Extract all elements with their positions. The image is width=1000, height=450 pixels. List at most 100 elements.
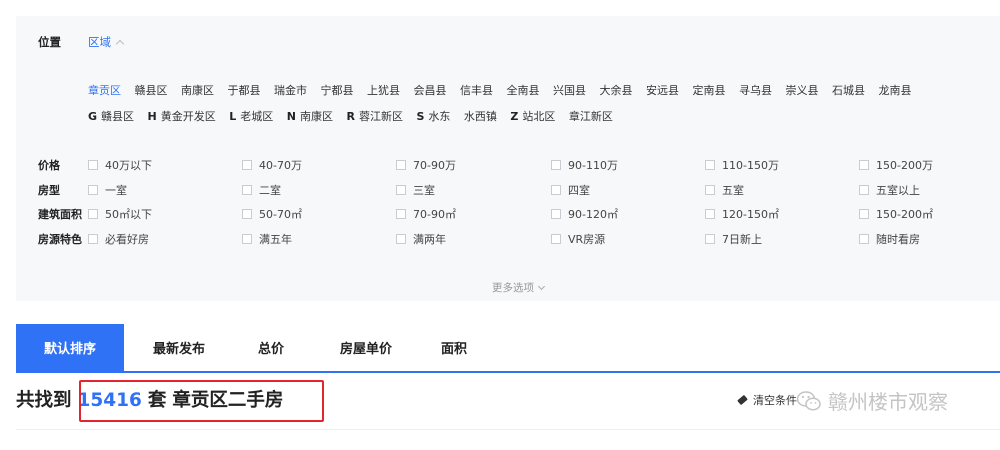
filter-option[interactable]: 70-90㎡ bbox=[396, 206, 456, 222]
subarea-item[interactable]: S 水东 bbox=[416, 108, 450, 124]
subarea-letter: H bbox=[147, 110, 157, 123]
filter-option[interactable]: 必看好房 bbox=[88, 231, 149, 247]
subarea-item[interactable]: Z 站北区 bbox=[510, 108, 555, 124]
checkbox[interactable] bbox=[859, 209, 869, 219]
subarea-item[interactable]: H 黄金开发区 bbox=[148, 108, 216, 124]
checkbox[interactable] bbox=[242, 184, 252, 195]
checkbox[interactable] bbox=[88, 160, 98, 170]
district-item[interactable]: 寻乌县 bbox=[739, 82, 772, 98]
checkbox[interactable] bbox=[705, 160, 715, 170]
filter-row-price: 价格 40万以下 40-70万 70-90万 90-110万 110-150万 … bbox=[38, 157, 998, 182]
subarea-item[interactable]: 水西镇 bbox=[464, 108, 497, 124]
district-item[interactable]: 瑞金市 bbox=[274, 82, 307, 98]
more-options-label: 更多选项 bbox=[492, 282, 534, 294]
checkbox[interactable] bbox=[859, 160, 869, 170]
checkbox[interactable] bbox=[396, 209, 406, 219]
subarea-name: 水东 bbox=[428, 110, 451, 123]
checkbox[interactable] bbox=[551, 160, 561, 170]
district-item[interactable]: 安远县 bbox=[646, 82, 679, 98]
filter-grid: 价格 40万以下 40-70万 70-90万 90-110万 110-150万 … bbox=[38, 157, 998, 294]
filter-option-label: 二室 bbox=[259, 183, 281, 197]
filter-option[interactable]: 一室 bbox=[88, 182, 127, 198]
checkbox[interactable] bbox=[859, 184, 869, 195]
checkbox[interactable] bbox=[396, 184, 406, 195]
checkbox[interactable] bbox=[396, 233, 406, 244]
filter-option[interactable]: 二室 bbox=[242, 182, 281, 198]
filter-option-label: 必看好房 bbox=[105, 232, 149, 246]
district-item[interactable]: 宁都县 bbox=[321, 82, 354, 98]
filter-option[interactable]: 五室以上 bbox=[859, 182, 920, 198]
district-item[interactable]: 龙南县 bbox=[879, 82, 912, 98]
subarea-item[interactable]: R 蓉江新区 bbox=[346, 108, 402, 124]
sort-tab-newest[interactable]: 最新发布 bbox=[124, 324, 234, 371]
checkbox[interactable] bbox=[396, 160, 406, 170]
subarea-name: 黄金开发区 bbox=[160, 110, 216, 123]
filter-option[interactable]: 150-200㎡ bbox=[859, 206, 933, 222]
subarea-name: 站北区 bbox=[522, 110, 556, 123]
checkbox[interactable] bbox=[705, 209, 715, 219]
filter-option[interactable]: 随时看房 bbox=[859, 231, 920, 247]
filter-option-label: 四室 bbox=[568, 183, 590, 197]
sort-tab-default[interactable]: 默认排序 bbox=[16, 324, 124, 371]
checkbox[interactable] bbox=[551, 233, 561, 244]
filter-option[interactable]: VR房源 bbox=[551, 231, 605, 247]
subarea-item[interactable]: N 南康区 bbox=[287, 108, 333, 124]
checkbox[interactable] bbox=[859, 233, 869, 244]
subarea-item[interactable]: 章江新区 bbox=[569, 108, 613, 124]
clear-filters-button[interactable]: 清空条件 bbox=[737, 392, 797, 408]
chevron-down-icon bbox=[537, 282, 546, 290]
district-item[interactable]: 信丰县 bbox=[460, 82, 493, 98]
district-list: 章贡区 赣县区 南康区 于都县 瑞金市 宁都县 上犹县 会昌县 信丰县 全南县 … bbox=[88, 82, 925, 98]
filter-option[interactable]: 90-110万 bbox=[551, 157, 618, 173]
filter-option-label: 40万以下 bbox=[105, 159, 152, 172]
filter-option[interactable]: 50㎡以下 bbox=[88, 206, 152, 222]
filter-label: 建筑面积 bbox=[38, 208, 82, 221]
checkbox[interactable] bbox=[242, 209, 252, 219]
checkbox[interactable] bbox=[705, 184, 715, 195]
checkbox[interactable] bbox=[88, 209, 98, 219]
filter-row-layout: 房型 一室 二室 三室 四室 五室 五室以上 bbox=[38, 182, 998, 207]
checkbox[interactable] bbox=[551, 184, 561, 195]
district-item[interactable]: 上犹县 bbox=[367, 82, 400, 98]
checkbox[interactable] bbox=[242, 233, 252, 244]
filter-option[interactable]: 110-150万 bbox=[705, 157, 779, 173]
district-item[interactable]: 会昌县 bbox=[414, 82, 447, 98]
district-item[interactable]: 赣县区 bbox=[135, 82, 168, 98]
filter-option[interactable]: 150-200万 bbox=[859, 157, 933, 173]
subarea-item[interactable]: G 赣县区 bbox=[88, 108, 134, 124]
filter-option[interactable]: 四室 bbox=[551, 182, 590, 198]
filter-option[interactable]: 50-70㎡ bbox=[242, 206, 302, 222]
sort-tab-unit-price[interactable]: 房屋单价 bbox=[308, 324, 424, 371]
checkbox[interactable] bbox=[242, 160, 252, 170]
checkbox[interactable] bbox=[705, 233, 715, 244]
subarea-letter: R bbox=[346, 110, 355, 123]
filter-option[interactable]: 7日新上 bbox=[705, 231, 762, 247]
district-item[interactable]: 南康区 bbox=[181, 82, 214, 98]
filter-option[interactable]: 90-120㎡ bbox=[551, 206, 618, 222]
filter-option[interactable]: 五室 bbox=[705, 182, 744, 198]
checkbox[interactable] bbox=[551, 209, 561, 219]
district-item[interactable]: 兴国县 bbox=[553, 82, 586, 98]
district-item[interactable]: 于都县 bbox=[228, 82, 261, 98]
filter-option[interactable]: 满两年 bbox=[396, 231, 446, 247]
more-options-button[interactable]: 更多选项 bbox=[38, 280, 998, 295]
filter-option[interactable]: 三室 bbox=[396, 182, 435, 198]
district-tab[interactable]: 区域 bbox=[88, 34, 125, 50]
district-item[interactable]: 大余县 bbox=[600, 82, 633, 98]
filter-option[interactable]: 满五年 bbox=[242, 231, 292, 247]
district-item[interactable]: 章贡区 bbox=[88, 82, 121, 98]
watermark-text: 赣州楼市观察 bbox=[828, 390, 948, 414]
district-item[interactable]: 崇义县 bbox=[786, 82, 819, 98]
district-item[interactable]: 石城县 bbox=[832, 82, 865, 98]
filter-option[interactable]: 40万以下 bbox=[88, 157, 152, 173]
district-item[interactable]: 全南县 bbox=[507, 82, 540, 98]
sort-tab-total-price[interactable]: 总价 bbox=[234, 324, 308, 371]
filter-option[interactable]: 40-70万 bbox=[242, 157, 302, 173]
filter-option[interactable]: 70-90万 bbox=[396, 157, 456, 173]
checkbox[interactable] bbox=[88, 184, 98, 195]
district-item[interactable]: 定南县 bbox=[693, 82, 726, 98]
checkbox[interactable] bbox=[88, 233, 98, 244]
sort-tab-area[interactable]: 面积 bbox=[424, 324, 484, 371]
filter-option[interactable]: 120-150㎡ bbox=[705, 206, 779, 222]
subarea-item[interactable]: L 老城区 bbox=[229, 108, 273, 124]
